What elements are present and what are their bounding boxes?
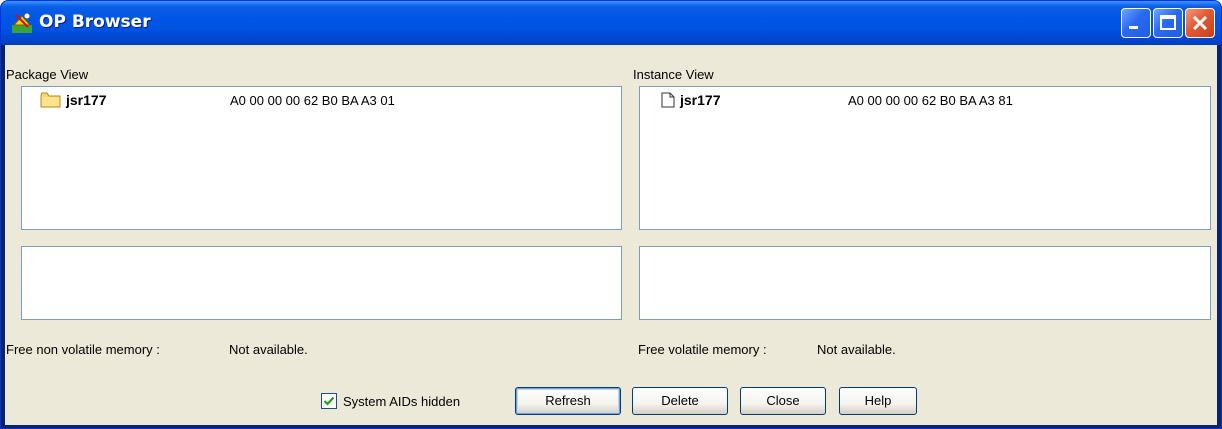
volatile-memory-label: Free volatile memory : (638, 342, 767, 357)
instance-list[interactable]: jsr177 A0 00 00 00 62 B0 BA A3 81 (639, 86, 1211, 230)
document-icon (661, 92, 675, 108)
minimize-button[interactable] (1121, 8, 1151, 38)
volatile-memory-value: Not available. (817, 342, 896, 357)
delete-button[interactable]: Delete (632, 387, 728, 415)
folder-icon (40, 92, 61, 108)
checkmark-icon (323, 396, 335, 406)
op-browser-window: OP Browser Package View jsr177 A0 00 00 … (0, 0, 1222, 429)
app-icon (12, 12, 32, 33)
window-title: OP Browser (39, 12, 151, 32)
maximize-button[interactable] (1153, 8, 1183, 38)
close-icon (1192, 15, 1208, 31)
package-aid: A0 00 00 00 62 B0 BA A3 01 (230, 93, 395, 108)
instance-detail-box[interactable] (639, 246, 1211, 320)
help-button[interactable]: Help (839, 387, 917, 415)
close-window-button[interactable] (1185, 8, 1215, 38)
title-bar[interactable]: OP Browser (1, 1, 1221, 45)
instance-view-label: Instance View (633, 67, 714, 82)
system-aids-hidden-label[interactable]: System AIDs hidden (343, 394, 460, 409)
instance-aid: A0 00 00 00 62 B0 BA A3 81 (848, 93, 1013, 108)
package-detail-box[interactable] (21, 246, 622, 320)
non-volatile-memory-value: Not available. (229, 342, 308, 357)
system-aids-hidden-checkbox[interactable] (321, 393, 337, 409)
refresh-button[interactable]: Refresh (515, 387, 621, 415)
maximize-icon (1160, 15, 1176, 30)
package-list[interactable]: jsr177 A0 00 00 00 62 B0 BA A3 01 (21, 86, 622, 230)
close-button[interactable]: Close (740, 387, 826, 415)
instance-name: jsr177 (680, 92, 721, 108)
list-item[interactable]: jsr177 A0 00 00 00 62 B0 BA A3 81 (640, 91, 1210, 109)
list-item[interactable]: jsr177 A0 00 00 00 62 B0 BA A3 01 (22, 91, 621, 109)
non-volatile-memory-label: Free non volatile memory : (6, 342, 160, 357)
package-view-label: Package View (6, 67, 89, 82)
dialog-body: Package View jsr177 A0 00 00 00 62 B0 BA… (5, 45, 1217, 425)
package-name: jsr177 (66, 92, 107, 108)
minimize-icon (1129, 26, 1138, 29)
